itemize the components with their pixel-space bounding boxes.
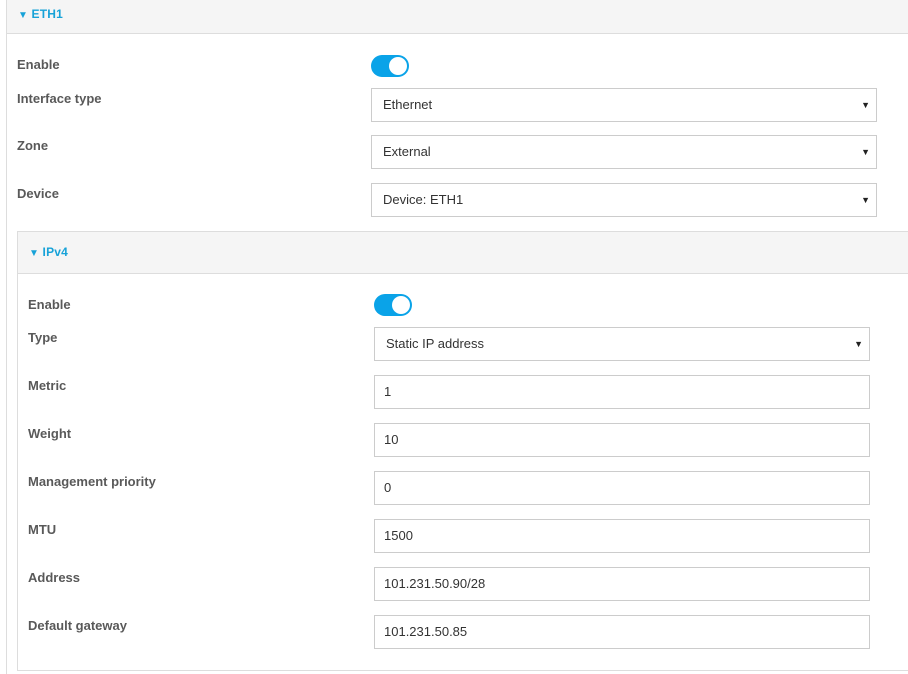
zone-value: External (383, 144, 431, 159)
dropdown-arrow-icon: ▼ (854, 339, 863, 349)
dropdown-arrow-icon: ▼ (861, 195, 870, 205)
eth1-enable-toggle[interactable] (371, 55, 409, 77)
default-gateway-input[interactable]: 101.231.50.85 (374, 615, 870, 649)
metric-label: Metric (28, 378, 67, 393)
metric-input[interactable]: 1 (374, 375, 870, 409)
address-label: Address (28, 570, 81, 585)
ipv4-type-value: Static IP address (386, 336, 485, 351)
zone-select[interactable]: External ▼ (371, 135, 877, 169)
interface-type-select[interactable]: Ethernet ▼ (371, 88, 877, 122)
device-label: Device (17, 186, 59, 201)
eth1-section-title[interactable]: ▼ ETH1 (18, 7, 63, 21)
device-select[interactable]: Device: ETH1 ▼ (371, 183, 877, 217)
management-priority-label: Management priority (28, 474, 156, 489)
ipv4-section-header[interactable]: ▼ IPv4 (18, 232, 908, 274)
weight-input[interactable]: 10 (374, 423, 870, 457)
collapse-arrow-icon: ▼ (18, 10, 29, 21)
management-priority-input[interactable]: 0 (374, 471, 870, 505)
ipv4-enable-label: Enable (28, 297, 71, 312)
weight-label: Weight (28, 426, 72, 441)
interface-type-label: Interface type (17, 91, 102, 106)
zone-label: Zone (17, 138, 49, 153)
mtu-input[interactable]: 1500 (374, 519, 870, 553)
ipv4-title-text: IPv4 (42, 245, 69, 259)
eth1-section-header[interactable]: ▼ ETH1 (6, 0, 908, 34)
dropdown-arrow-icon: ▼ (861, 147, 870, 157)
address-input[interactable]: 101.231.50.90/28 (374, 567, 870, 601)
default-gateway-label: Default gateway (28, 618, 127, 633)
eth1-title-text: ETH1 (31, 7, 64, 21)
eth1-settings-page: ▼ ETH1 Enable Interface type Ethernet ▼ … (0, 0, 908, 674)
toggle-knob (389, 57, 407, 75)
interface-type-value: Ethernet (383, 97, 433, 112)
eth1-enable-label: Enable (17, 57, 60, 72)
dropdown-arrow-icon: ▼ (861, 100, 870, 110)
ipv4-type-label: Type (28, 330, 58, 345)
collapse-arrow-icon: ▼ (29, 248, 40, 259)
device-value: Device: ETH1 (383, 192, 464, 207)
toggle-knob (392, 296, 410, 314)
ipv4-type-select[interactable]: Static IP address ▼ (374, 327, 870, 361)
ipv4-section-title[interactable]: ▼ IPv4 (29, 245, 68, 259)
ipv4-enable-toggle[interactable] (374, 294, 412, 316)
mtu-label: MTU (28, 522, 57, 537)
